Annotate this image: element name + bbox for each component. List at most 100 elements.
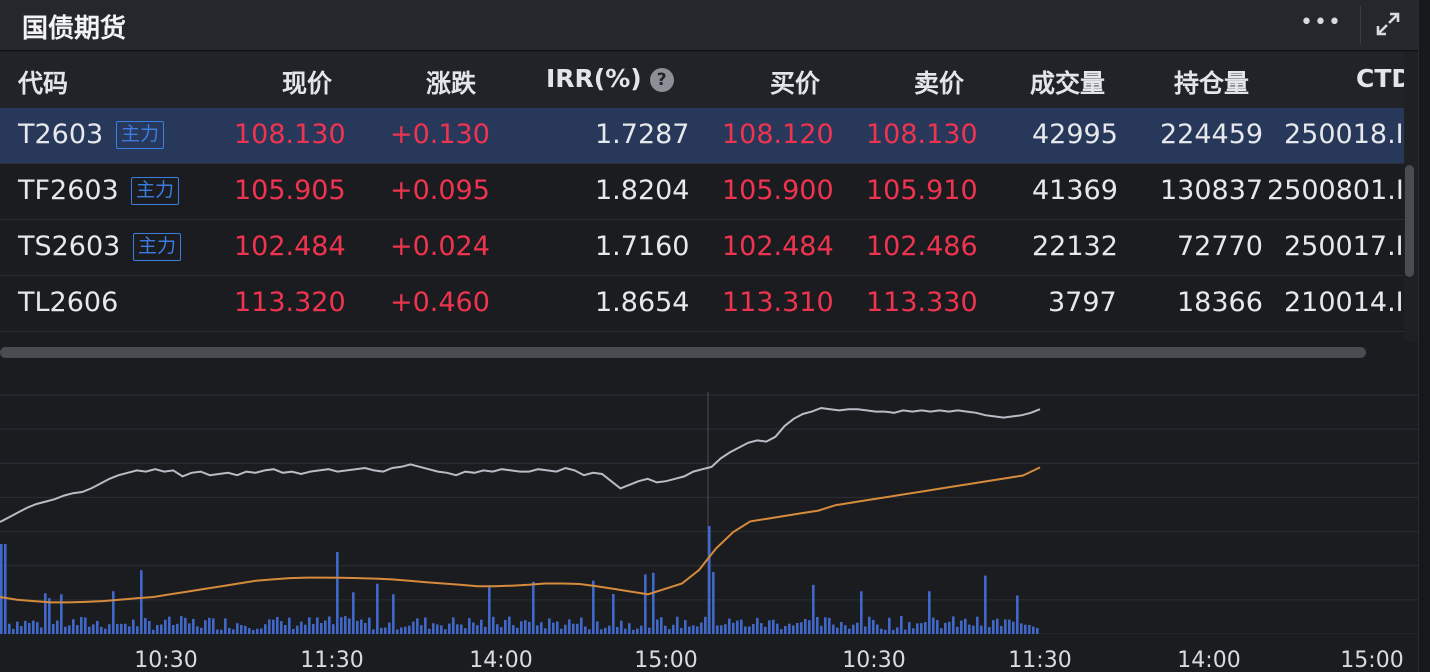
volume-bar xyxy=(480,619,483,634)
table-row[interactable]: T2603 主力 108.130 +0.130 1.7287 108.120 1… xyxy=(0,108,1404,164)
volume-bar xyxy=(1020,623,1023,634)
table-row[interactable]: TS2603 主力 102.484 +0.024 1.7160 102.484 … xyxy=(0,220,1404,276)
volume-bar xyxy=(140,570,143,634)
volume-bar xyxy=(908,622,911,634)
header-code[interactable]: 代码 xyxy=(18,64,68,100)
volume-bar xyxy=(304,624,307,634)
header-volume[interactable]: 成交量 xyxy=(1030,64,1105,100)
volume-bar xyxy=(864,626,867,634)
volume-bar xyxy=(68,625,71,634)
volume-bar xyxy=(1024,624,1027,634)
volume-bar xyxy=(944,622,947,634)
expand-icon[interactable] xyxy=(1372,8,1404,40)
row-ctd: 210014.IB xyxy=(1284,287,1404,318)
volume-bar xyxy=(560,628,563,634)
volume-bar xyxy=(528,621,531,634)
horizontal-scrollbar-thumb[interactable] xyxy=(0,347,1366,358)
volume-bar xyxy=(556,621,559,634)
volume-bar xyxy=(64,626,67,634)
volume-bar xyxy=(76,625,79,634)
volume-bar xyxy=(436,624,439,634)
volume-bar xyxy=(996,618,999,634)
volume-bar xyxy=(504,619,507,634)
volume-bar xyxy=(984,575,987,634)
volume-bar xyxy=(720,625,723,634)
volume-bar xyxy=(444,629,447,634)
volume-bar xyxy=(828,617,831,634)
row-change: +0.095 xyxy=(390,175,490,206)
volume-bar xyxy=(292,629,295,634)
volume-bar xyxy=(284,625,287,634)
x-tick-label: 15:00 xyxy=(1340,648,1403,672)
volume-bar xyxy=(28,623,31,634)
help-circle-icon[interactable]: ? xyxy=(649,68,674,92)
row-volume: 3797 xyxy=(1048,287,1117,318)
volume-bar xyxy=(740,619,743,634)
volume-bar xyxy=(44,593,47,634)
volume-bar xyxy=(12,628,15,634)
volume-bar xyxy=(812,584,815,634)
table-row[interactable]: TL2606 113.320 +0.460 1.8654 113.310 113… xyxy=(0,276,1404,332)
volume-bar xyxy=(0,544,3,634)
header-bid[interactable]: 买价 xyxy=(770,64,820,100)
volume-bar xyxy=(736,620,739,634)
volume-bar xyxy=(536,625,539,634)
volume-bar xyxy=(112,591,115,634)
x-tick-label: 11:30 xyxy=(300,648,363,672)
header-irr-label: IRR(%) xyxy=(546,64,642,93)
vertical-scrollbar-thumb[interactable] xyxy=(1405,165,1414,277)
volume-bar xyxy=(664,625,667,634)
row-price: 102.484 xyxy=(234,231,346,262)
volume-bar xyxy=(860,591,863,634)
volume-bar xyxy=(148,621,151,634)
more-horizontal-icon[interactable]: ••• xyxy=(1300,10,1341,38)
volume-bar xyxy=(452,617,455,634)
volume-bar xyxy=(408,625,411,634)
row-irr: 1.8654 xyxy=(595,287,690,318)
header-price[interactable]: 现价 xyxy=(282,64,332,100)
volume-bar xyxy=(796,623,799,634)
volume-bar xyxy=(352,592,355,634)
volume-bar xyxy=(1004,619,1007,634)
volume-bar xyxy=(988,627,991,634)
volume-bar xyxy=(52,624,55,634)
volume-bar xyxy=(252,630,255,634)
volume-bar xyxy=(516,627,519,634)
volume-bar xyxy=(680,628,683,634)
volume-bar xyxy=(224,618,227,634)
volume-bar xyxy=(648,627,651,634)
volume-bar xyxy=(592,580,595,634)
header-open-interest[interactable]: 持仓量 xyxy=(1174,64,1249,100)
volume-bar xyxy=(520,621,523,634)
volume-bar xyxy=(928,591,931,634)
header-ask[interactable]: 卖价 xyxy=(914,64,964,100)
volume-bar xyxy=(980,625,983,634)
intraday-chart[interactable]: 10:30 11:30 14:00 15:00 10:30 11:30 14:00 15:00 xyxy=(0,362,1418,672)
volume-bar xyxy=(820,625,823,634)
row-ask: 113.330 xyxy=(866,287,978,318)
volume-bar xyxy=(768,620,771,634)
volume-bar xyxy=(440,625,443,634)
volume-bar xyxy=(336,552,339,634)
header-change[interactable]: 涨跌 xyxy=(426,64,476,100)
volume-bar xyxy=(900,616,903,634)
volume-bar xyxy=(1000,625,1003,634)
volume-bar xyxy=(824,617,827,634)
row-ask: 108.130 xyxy=(866,119,978,150)
volume-bar xyxy=(1012,621,1015,634)
table-row[interactable]: TF2603 主力 105.905 +0.095 1.8204 105.900 … xyxy=(0,164,1404,220)
volume-bar xyxy=(916,623,919,634)
volume-bar xyxy=(48,598,51,634)
volume-bar xyxy=(544,628,547,634)
window-title: 国债期货 xyxy=(22,14,127,44)
row-change: +0.460 xyxy=(390,287,490,318)
header-ctd[interactable]: CTD xyxy=(1356,64,1404,93)
x-tick-label: 14:00 xyxy=(1177,648,1240,672)
volume-bar xyxy=(604,627,607,634)
row-bid: 108.120 xyxy=(722,119,834,150)
volume-bar xyxy=(792,625,795,634)
header-irr[interactable]: IRR(%)? xyxy=(546,64,674,93)
volume-bar xyxy=(136,626,139,634)
main-contract-badge: 主力 xyxy=(116,121,165,149)
volume-bar xyxy=(132,619,135,634)
